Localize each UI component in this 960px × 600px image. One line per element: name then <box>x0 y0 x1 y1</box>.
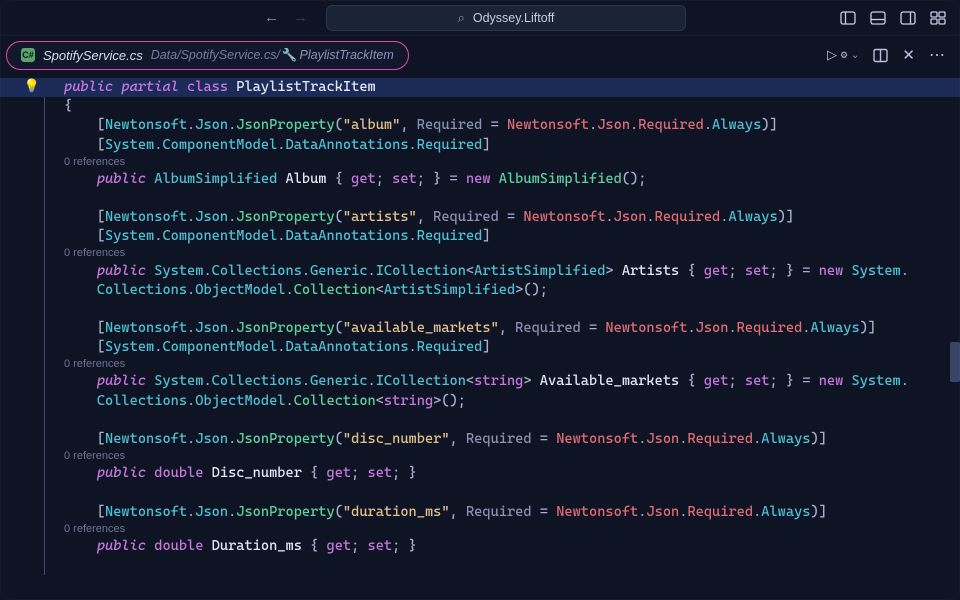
tab-row: C# SpotifyService.cs Data/SpotifyService… <box>0 36 960 74</box>
wrench-icon: 🔧 <box>282 48 298 62</box>
breadcrumb[interactable]: Data/SpotifyService.cs/🔧PlaylistTrackIte… <box>151 48 394 63</box>
search-text: Odyssey.Liftoff <box>473 11 555 25</box>
titlebar: ← → ⌕ Odyssey.Liftoff <box>0 0 960 36</box>
more-actions-icon[interactable]: ⋯ <box>929 45 946 65</box>
run-button[interactable]: ▷⚙ ⌄ <box>827 47 859 63</box>
layout-controls <box>840 10 946 26</box>
nav-arrows: ← → <box>264 9 308 26</box>
split-editor-icon[interactable] <box>873 48 888 63</box>
layout-grid-icon[interactable] <box>930 10 946 26</box>
forward-arrow-icon[interactable]: → <box>293 9 308 26</box>
panel-left-icon[interactable] <box>840 10 856 26</box>
csharp-icon: C# <box>21 48 35 62</box>
code-editor[interactable]: 💡 public partial class PlaylistTrackItem… <box>0 74 960 600</box>
codelens[interactable]: 0 references <box>48 522 125 537</box>
codelens[interactable]: 0 references <box>48 449 125 464</box>
panel-bottom-icon[interactable] <box>870 10 886 26</box>
command-center[interactable]: ⌕ Odyssey.Liftoff <box>326 5 686 31</box>
lightbulb-icon[interactable]: 💡 <box>24 78 40 96</box>
panel-right-icon[interactable] <box>900 10 916 26</box>
minimap-thumb[interactable] <box>950 342 960 382</box>
codelens[interactable]: 0 references <box>48 357 125 372</box>
search-icon: ⌕ <box>458 10 465 26</box>
close-tab-icon[interactable]: ✕ <box>902 46 915 64</box>
codelens[interactable]: 0 references <box>48 155 125 170</box>
tab-filename: SpotifyService.cs <box>43 48 143 63</box>
editor-tab[interactable]: C# SpotifyService.cs Data/SpotifyService… <box>6 41 409 70</box>
back-arrow-icon[interactable]: ← <box>264 9 279 26</box>
codelens[interactable]: 0 references <box>48 246 125 261</box>
tab-actions: ▷⚙ ⌄ ✕ ⋯ <box>827 45 946 65</box>
